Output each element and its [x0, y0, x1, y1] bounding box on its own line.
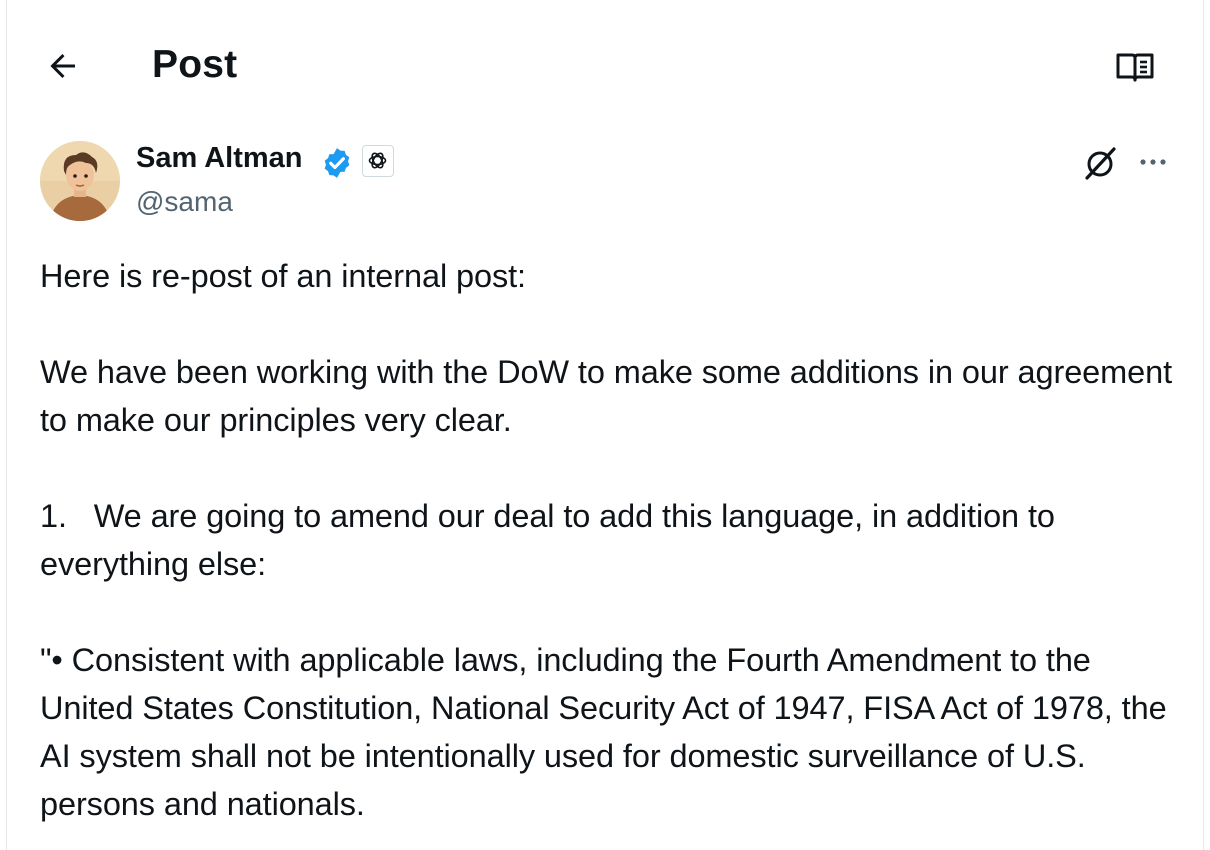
post-text: Here is re-post of an internal post: We … [40, 252, 1190, 828]
post-paragraph: We have been working with the DoW to mak… [40, 354, 1181, 438]
post-paragraph: 1. We are going to amend our deal to add… [40, 498, 1064, 582]
more-horizontal-icon [1140, 159, 1166, 165]
author-name[interactable]: Sam Altman [136, 142, 303, 175]
author-handle[interactable]: @sama [136, 186, 233, 218]
post-paragraph: "• Consistent with applicable laws, incl… [40, 642, 1174, 822]
top-bar: Post [7, 0, 1203, 130]
page-title: Post [152, 43, 238, 86]
back-button[interactable] [45, 48, 81, 84]
grok-icon [1085, 147, 1116, 180]
grok-button[interactable] [1080, 143, 1120, 183]
verified-badge-icon [320, 146, 354, 180]
post-paragraph: Here is re-post of an internal post: [40, 258, 526, 294]
arrow-left-icon [50, 54, 75, 78]
avatar[interactable] [40, 141, 120, 221]
more-options-button[interactable] [1135, 147, 1171, 177]
affiliation-badge[interactable] [362, 145, 394, 177]
reader-mode-button[interactable] [1115, 49, 1155, 85]
openai-logo-icon [368, 152, 387, 169]
book-open-icon [1116, 53, 1154, 82]
post-page: Post Sam Altman @sama Here is re-post of… [6, 0, 1204, 850]
